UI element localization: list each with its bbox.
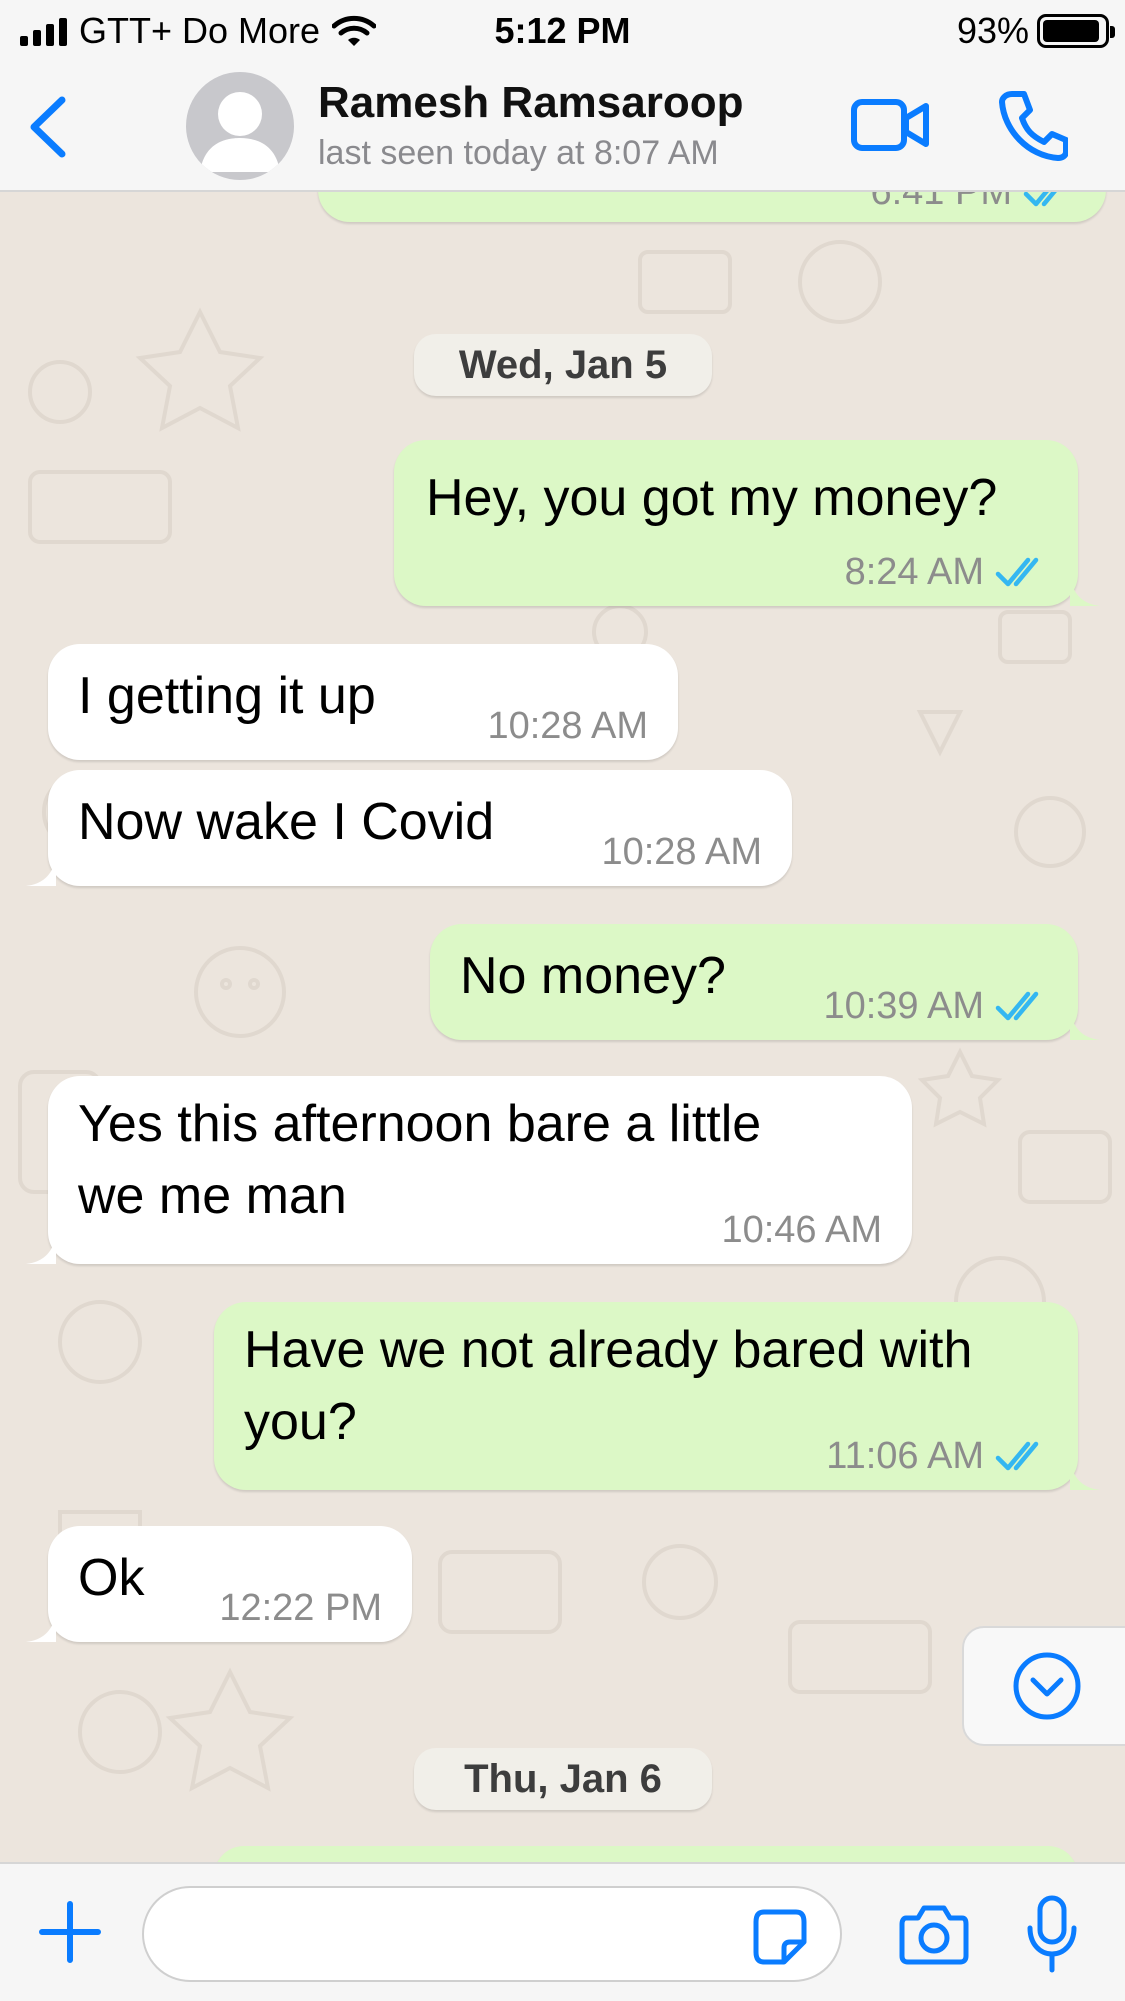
message-bubble-outgoing[interactable] bbox=[214, 1846, 1078, 1862]
message-bubble-outgoing[interactable]: Hey, you got my money? 8:24 AM bbox=[394, 440, 1100, 606]
chat-area[interactable]: 6:41 PM Wed, Jan 5 Hey, you got my money… bbox=[0, 192, 1125, 1862]
date-divider: Thu, Jan 6 bbox=[414, 1748, 712, 1810]
message-text: I getting it up bbox=[78, 667, 376, 725]
message-text-line: Have we not already bared with bbox=[244, 1321, 973, 1379]
battery-icon bbox=[1037, 14, 1115, 48]
plus-icon[interactable] bbox=[36, 1898, 104, 1966]
phone-icon[interactable] bbox=[998, 88, 1068, 162]
sticker-icon[interactable] bbox=[752, 1908, 808, 1966]
bubble-tail bbox=[1070, 1012, 1100, 1040]
message-text: No money? bbox=[460, 947, 726, 1005]
message-meta: 10:28 AM bbox=[601, 828, 762, 876]
message-time: 6:41 PM bbox=[870, 192, 1012, 213]
camera-icon[interactable] bbox=[898, 1902, 970, 1966]
message-time: 10:46 AM bbox=[721, 1209, 882, 1251]
message-bubble-incoming[interactable]: Yes this afternoon bare a little we me m… bbox=[26, 1076, 912, 1264]
contact-name[interactable]: Ramesh Ramsaroop bbox=[318, 78, 743, 128]
message-bubble-outgoing[interactable]: No money? 10:39 AM bbox=[430, 924, 1100, 1040]
read-ticks-icon bbox=[995, 557, 1039, 587]
message-meta: 10:39 AM bbox=[823, 982, 1048, 1030]
read-ticks-icon bbox=[1023, 192, 1057, 207]
video-camera-icon[interactable] bbox=[850, 92, 930, 158]
message-text-line: you? bbox=[244, 1393, 357, 1451]
message-bubble-incoming[interactable]: I getting it up 10:28 AM bbox=[48, 644, 678, 760]
message-meta: 12:22 PM bbox=[219, 1584, 382, 1632]
message-meta: 6:41 PM bbox=[870, 192, 1076, 216]
battery-percent: 93% bbox=[956, 10, 1029, 51]
scroll-to-bottom-button[interactable] bbox=[962, 1626, 1125, 1746]
message-time: 10:39 AM bbox=[823, 985, 984, 1027]
message-time: 11:06 AM bbox=[826, 1435, 984, 1477]
bubble-tail bbox=[26, 1614, 56, 1642]
read-ticks-icon bbox=[995, 991, 1039, 1021]
message-time: 8:24 AM bbox=[844, 551, 984, 593]
input-bar bbox=[0, 1862, 1125, 2001]
bubble-tail bbox=[26, 858, 56, 886]
battery-fill bbox=[1043, 20, 1099, 42]
message-text-line: we me man bbox=[78, 1167, 347, 1225]
message-bubble-outgoing[interactable]: 6:41 PM bbox=[318, 192, 1106, 222]
message-text-line: Yes this afternoon bare a little bbox=[78, 1095, 762, 1153]
chevron-down-circle-icon bbox=[1013, 1652, 1081, 1720]
message-bubble-incoming[interactable]: Now wake I Covid 10:28 AM bbox=[26, 770, 792, 886]
back-chevron-icon[interactable] bbox=[20, 92, 80, 162]
status-bar: GTT+ Do More 5:12 PM 93% bbox=[0, 0, 1125, 62]
avatar-placeholder-icon bbox=[200, 92, 280, 172]
date-divider: Wed, Jan 5 bbox=[414, 334, 712, 396]
bubble-tail bbox=[1070, 1462, 1100, 1490]
message-time: 12:22 PM bbox=[219, 1587, 382, 1629]
message-time: 10:28 AM bbox=[601, 831, 762, 873]
message-bubble-outgoing[interactable]: Have we not already bared with you? 11:0… bbox=[214, 1302, 1100, 1490]
bubble-tail bbox=[1070, 578, 1100, 606]
message-text: Hey, you got my money? bbox=[426, 469, 998, 527]
message-meta: 10:46 AM bbox=[721, 1206, 882, 1254]
message-input[interactable] bbox=[142, 1886, 842, 1982]
microphone-icon[interactable] bbox=[1024, 1894, 1080, 1974]
message-meta: 11:06 AM bbox=[826, 1432, 1048, 1480]
read-ticks-icon bbox=[995, 1441, 1039, 1471]
avatar[interactable] bbox=[186, 72, 294, 180]
message-bubble-incoming[interactable]: Ok 12:22 PM bbox=[26, 1526, 412, 1642]
chat-header: Ramesh Ramsaroop last seen today at 8:07… bbox=[0, 62, 1125, 192]
last-seen-status: last seen today at 8:07 AM bbox=[318, 134, 719, 172]
message-meta: 8:24 AM bbox=[845, 548, 1048, 596]
bubble-tail bbox=[26, 1236, 56, 1264]
message-time: 10:28 AM bbox=[487, 705, 648, 747]
status-right: 93% bbox=[956, 10, 1115, 52]
message-text: Ok bbox=[78, 1549, 145, 1607]
message-text: Now wake I Covid bbox=[78, 793, 495, 851]
message-meta: 10:28 AM bbox=[487, 702, 648, 750]
